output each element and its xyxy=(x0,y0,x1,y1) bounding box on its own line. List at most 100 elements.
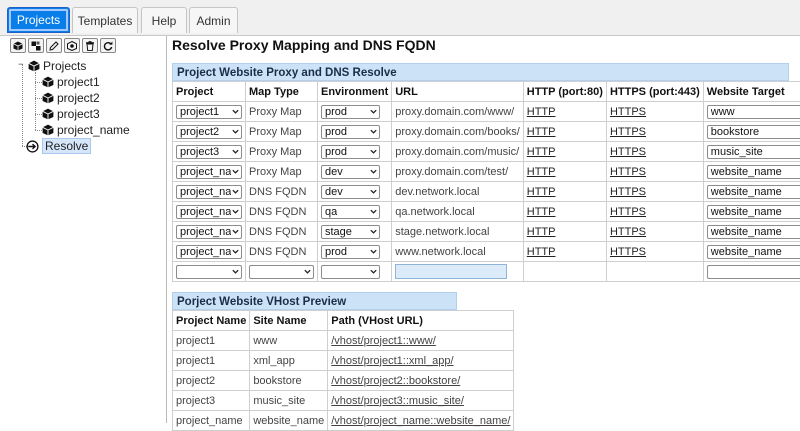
website-target-select[interactable]: website_name xyxy=(707,165,800,179)
website-target-select[interactable]: music_site xyxy=(707,145,800,159)
column-header: HTTP (port:80) xyxy=(523,82,606,102)
url-cell: proxy.domain.com/www/ xyxy=(392,102,524,122)
tab-admin[interactable]: Admin xyxy=(189,7,238,33)
top-tab-bar: Projects Templates Help Admin xyxy=(0,0,800,36)
tree-node-project2[interactable]: project2 xyxy=(42,90,100,106)
tree-node-label: project3 xyxy=(57,107,100,121)
https-link[interactable]: HTTPS xyxy=(610,126,646,138)
tree-connector xyxy=(35,114,42,115)
https-link[interactable]: HTTPS xyxy=(610,246,646,258)
edit-icon[interactable] xyxy=(46,38,62,53)
environment-select[interactable]: stage xyxy=(321,225,380,239)
vhost-path-link[interactable]: /vhost/project3::music_site/ xyxy=(331,395,464,407)
website-target-select[interactable]: website_name xyxy=(707,245,800,259)
https-link[interactable]: HTTPS xyxy=(610,206,646,218)
site-name-cell: www xyxy=(250,331,328,351)
website-target-select[interactable]: www xyxy=(707,105,800,119)
http-link[interactable]: HTTP xyxy=(527,226,556,238)
tab-projects[interactable]: Projects xyxy=(7,7,70,33)
http-link[interactable]: HTTP xyxy=(527,126,556,138)
project-select[interactable]: project_nam xyxy=(176,245,242,259)
http-link[interactable]: HTTP xyxy=(527,186,556,198)
tree-node-resolve[interactable]: Resolve xyxy=(26,138,91,154)
project-select[interactable]: project_nam xyxy=(176,165,242,179)
environment-select[interactable]: dev xyxy=(321,185,380,199)
http-link[interactable]: HTTP xyxy=(527,106,556,118)
trash-icon[interactable] xyxy=(82,38,98,53)
project-select[interactable]: project_nam xyxy=(176,225,242,239)
website-target-select[interactable]: website_name xyxy=(707,205,800,219)
url-cell: proxy.domain.com/music/ xyxy=(392,142,524,162)
table-row: project3Proxy Mapprodproxy.domain.com/mu… xyxy=(173,142,800,162)
https-link[interactable]: HTTPS xyxy=(610,146,646,158)
new-map-type-select[interactable] xyxy=(249,265,314,279)
http-link[interactable]: HTTP xyxy=(527,146,556,158)
environment-select[interactable]: prod xyxy=(321,245,380,259)
tree-node-project-name[interactable]: project_name xyxy=(42,122,130,138)
new-url-input[interactable] xyxy=(395,264,507,279)
path-cell: /vhost/project1::xml_app/ xyxy=(328,351,514,371)
http-link[interactable]: HTTP xyxy=(527,206,556,218)
vhost-path-link[interactable]: /vhost/project_name::website_name/ xyxy=(331,415,510,427)
new-website-target-select[interactable] xyxy=(707,265,800,279)
project-select-value: project1 xyxy=(180,106,219,118)
cube-icon[interactable] xyxy=(10,38,26,53)
tree-node-projects[interactable]: Projects xyxy=(28,58,86,74)
project-select[interactable]: project3 xyxy=(176,145,242,159)
new-project-select[interactable] xyxy=(176,265,242,279)
http-cell xyxy=(523,262,606,282)
http-link[interactable]: HTTP xyxy=(527,166,556,178)
https-link[interactable]: HTTPS xyxy=(610,186,646,198)
tab-help[interactable]: Help xyxy=(141,7,187,33)
tree-node-project3[interactable]: project3 xyxy=(42,106,100,122)
https-cell: HTTPS xyxy=(606,242,703,262)
tab-templates[interactable]: Templates xyxy=(72,7,138,33)
project-select[interactable]: project_nam xyxy=(176,185,242,199)
tree-node-project1[interactable]: project1 xyxy=(42,74,100,90)
http-cell: HTTP xyxy=(523,242,606,262)
chevron-down-icon xyxy=(369,147,378,156)
vhost-path-link[interactable]: /vhost/project1::xml_app/ xyxy=(331,355,453,367)
column-header: Website Target xyxy=(703,82,800,102)
project-name-cell: project3 xyxy=(173,391,250,411)
https-cell: HTTPS xyxy=(606,222,703,242)
environment-cell: prod xyxy=(318,242,392,262)
tree-node-label: project_name xyxy=(57,123,130,137)
vhost-path-link[interactable]: /vhost/project1::www/ xyxy=(331,335,436,347)
project-select[interactable]: project_nam xyxy=(176,205,242,219)
new-environment-select[interactable] xyxy=(321,265,380,279)
project-name-cell: project1 xyxy=(173,331,250,351)
left-panel: − Projects project1 project2 project3 pr… xyxy=(0,36,167,423)
environment-select[interactable]: prod xyxy=(321,105,380,119)
website-target-cell: website_name xyxy=(703,222,800,242)
website-target-select[interactable]: website_name xyxy=(707,185,800,199)
website-target-select[interactable]: bookstore xyxy=(707,125,800,139)
project-select[interactable]: project1 xyxy=(176,105,242,119)
collapse-icon[interactable]: − xyxy=(18,61,25,68)
chevron-down-icon xyxy=(369,107,378,116)
site-name-cell: music_site xyxy=(250,391,328,411)
http-link[interactable]: HTTP xyxy=(527,246,556,258)
settings-cube-icon[interactable] xyxy=(64,38,80,53)
refresh-icon[interactable] xyxy=(100,38,116,53)
website-target-cell: website_name xyxy=(703,202,800,222)
https-link[interactable]: HTTPS xyxy=(610,106,646,118)
vhost-path-link[interactable]: /vhost/project2::bookstore/ xyxy=(331,375,460,387)
environment-select[interactable]: prod xyxy=(321,145,380,159)
url-cell: proxy.domain.com/books/ xyxy=(392,122,524,142)
environment-select[interactable]: prod xyxy=(321,125,380,139)
environment-select[interactable]: qa xyxy=(321,205,380,219)
https-cell: HTTPS xyxy=(606,182,703,202)
environment-select[interactable]: dev xyxy=(321,165,380,179)
environment-cell xyxy=(318,262,392,282)
vhost-preview-table: Project Name Site Name Path (VHost URL) … xyxy=(172,310,514,431)
project-select[interactable]: project2 xyxy=(176,125,242,139)
tree-connector xyxy=(35,98,42,99)
https-link[interactable]: HTTPS xyxy=(610,226,646,238)
website-target-select[interactable]: website_name xyxy=(707,225,800,239)
https-link[interactable]: HTTPS xyxy=(610,166,646,178)
cube-icon xyxy=(42,92,54,104)
environment-select-value: prod xyxy=(325,246,347,258)
tree-node-label: project2 xyxy=(57,91,100,105)
cubes-icon[interactable] xyxy=(28,38,44,53)
